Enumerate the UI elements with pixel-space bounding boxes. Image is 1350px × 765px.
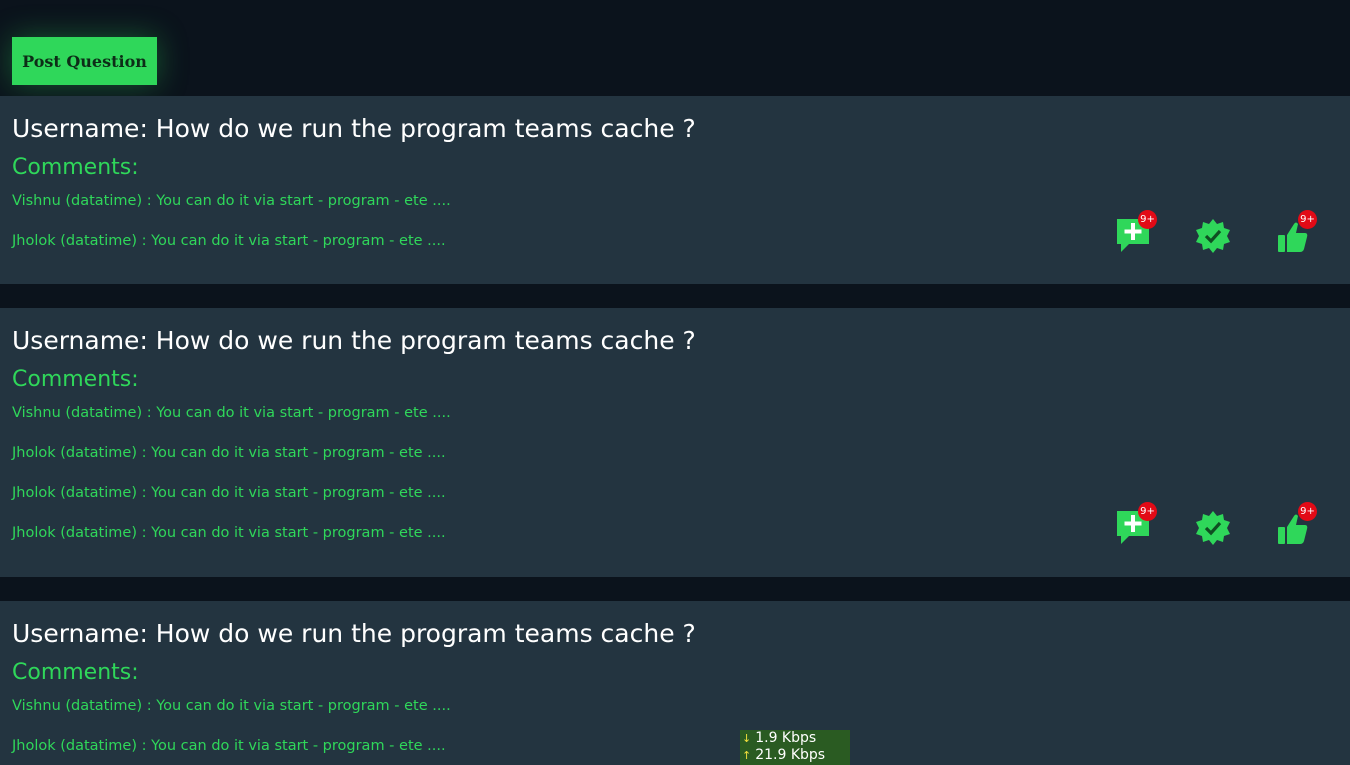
verify-button[interactable]	[1195, 510, 1235, 550]
upload-speed: 21.9 Kbps	[755, 747, 826, 763]
network-speed-widget: ↓ 1.9 Kbps ↑ 21.9 Kbps	[740, 730, 850, 765]
comment-item: Jholok (datatime) : You can do it via st…	[12, 738, 446, 754]
comment-item: Vishnu (datatime) : You can do it via st…	[12, 698, 451, 714]
question-card: Username: How do we run the program team…	[0, 96, 1350, 284]
comment-item: Jholok (datatime) : You can do it via st…	[12, 445, 446, 461]
upload-arrow-icon: ↑	[742, 749, 752, 762]
download-arrow-icon: ↓	[742, 732, 752, 745]
like-button[interactable]: 9+	[1275, 210, 1317, 256]
add-comment-button[interactable]: 9+	[1115, 210, 1157, 256]
comment-item: Vishnu (datatime) : You can do it via st…	[12, 405, 451, 421]
question-card: Username: How do we run the program team…	[0, 308, 1350, 577]
comment-item: Jholok (datatime) : You can do it via st…	[12, 233, 446, 249]
question-actions: 9+ 9+	[1117, 502, 1350, 556]
verify-button[interactable]	[1195, 218, 1235, 258]
comment-item: Vishnu (datatime) : You can do it via st…	[12, 193, 451, 209]
verified-icon	[1196, 219, 1230, 253]
like-button[interactable]: 9+	[1275, 502, 1317, 548]
like-count-badge: 9+	[1298, 502, 1317, 521]
question-title: Username: How do we run the program team…	[12, 619, 696, 648]
post-question-button[interactable]: Post Question	[12, 37, 157, 85]
comments-label: Comments:	[12, 155, 139, 180]
comment-item: Jholok (datatime) : You can do it via st…	[12, 485, 446, 501]
question-card: Username: How do we run the program team…	[0, 601, 1350, 765]
download-speed: 1.9 Kbps	[755, 730, 817, 746]
comments-label: Comments:	[12, 660, 139, 685]
add-comment-button[interactable]: 9+	[1115, 502, 1157, 548]
comment-count-badge: 9+	[1138, 502, 1157, 521]
comment-count-badge: 9+	[1138, 210, 1157, 229]
like-count-badge: 9+	[1298, 210, 1317, 229]
question-title: Username: How do we run the program team…	[12, 114, 696, 143]
verified-icon	[1196, 511, 1230, 545]
comment-item: Jholok (datatime) : You can do it via st…	[12, 525, 446, 541]
comments-label: Comments:	[12, 367, 139, 392]
question-actions: 9+ 9+	[1117, 210, 1350, 264]
question-title: Username: How do we run the program team…	[12, 326, 696, 355]
